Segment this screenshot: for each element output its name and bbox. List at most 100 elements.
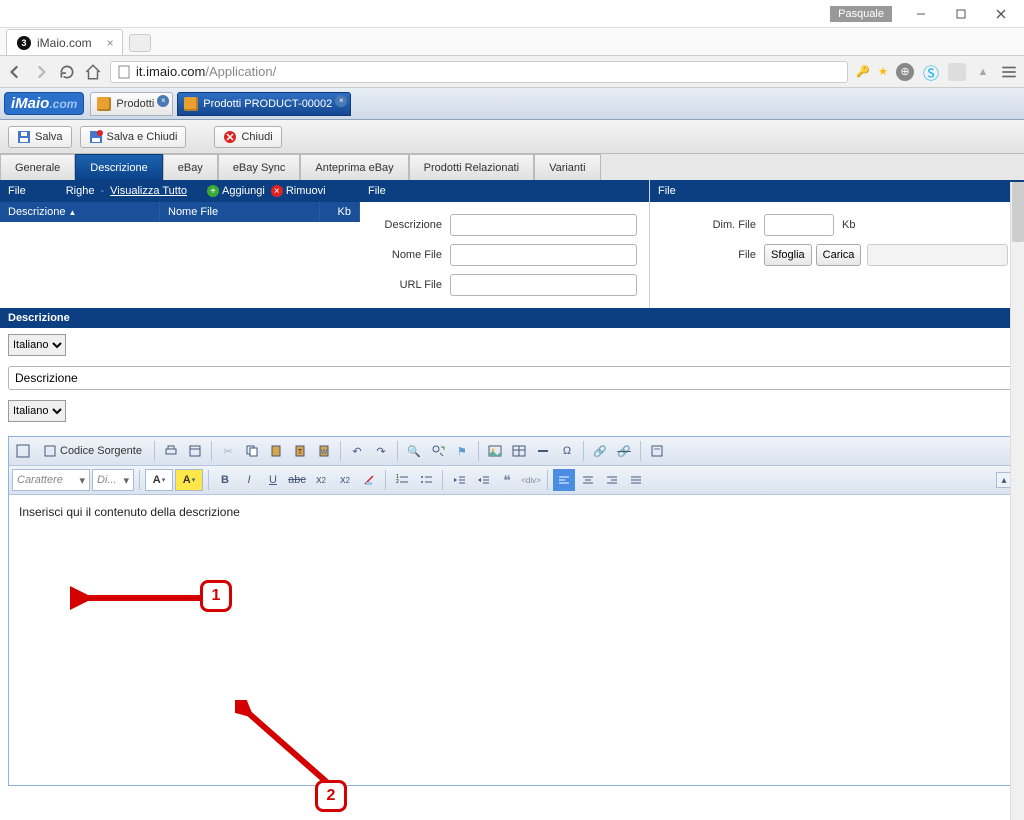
editor-paste-word-icon[interactable]: W (313, 440, 335, 462)
editor-size-select[interactable]: Di... (92, 469, 134, 491)
tab-varianti[interactable]: Varianti (534, 154, 600, 180)
descrizione-input[interactable] (450, 214, 637, 236)
editor-font-select[interactable]: Carattere (12, 469, 90, 491)
editor-print-icon[interactable] (160, 440, 182, 462)
editor-outdent-icon[interactable] (448, 469, 470, 491)
editor-indent-icon[interactable] (472, 469, 494, 491)
editor-bgcolor-button[interactable]: A▾ (175, 469, 203, 491)
descrizione-title-input[interactable] (8, 366, 1016, 390)
urlfile-input[interactable] (450, 274, 637, 296)
maximize-button[interactable] (942, 2, 980, 26)
forward-button[interactable] (32, 63, 50, 81)
sort-asc-icon: ▲ (68, 208, 76, 217)
carica-button[interactable]: Carica (816, 244, 862, 266)
editor-removeformat-icon[interactable] (358, 469, 380, 491)
editor-cut-icon[interactable]: ✂ (217, 440, 239, 462)
plus-icon: + (207, 185, 219, 197)
file-menu[interactable]: File (8, 185, 26, 197)
editor-find-icon[interactable]: 🔍 (403, 440, 425, 462)
editor-underline-icon[interactable]: U (262, 469, 284, 491)
address-bar[interactable]: it.imaio.com/Application/ (110, 61, 848, 83)
editor-paste-icon[interactable] (265, 440, 287, 462)
gdrive-icon[interactable]: ▲ (974, 63, 992, 81)
editor-source-button[interactable]: Codice Sorgente (36, 440, 149, 462)
editor-ul-icon[interactable] (415, 469, 437, 491)
editor-align-justify-icon[interactable] (625, 469, 647, 491)
editor-bold-icon[interactable]: B (214, 469, 236, 491)
reload-button[interactable] (58, 63, 76, 81)
file-menu-mid[interactable]: File (368, 185, 386, 197)
menu-button[interactable] (1000, 63, 1018, 81)
editor-redo-icon[interactable]: ↷ (370, 440, 392, 462)
visualizza-tutto-link[interactable]: Visualizza Tutto (110, 185, 187, 197)
editor-subscript-icon[interactable]: x2 (310, 469, 332, 491)
app-tab-close-icon[interactable]: × (335, 95, 347, 107)
skype-icon[interactable]: Ⓢ (922, 63, 940, 81)
tab-ebay[interactable]: eBay (163, 154, 218, 180)
vertical-scrollbar[interactable] (1010, 182, 1024, 820)
bookmark-star-icon[interactable]: ★ (878, 65, 888, 78)
new-tab-button[interactable] (129, 34, 151, 52)
svg-text:2: 2 (396, 479, 399, 485)
close-button[interactable]: Chiudi (214, 126, 281, 148)
editor-paste-text-icon[interactable]: T (289, 440, 311, 462)
scrollbar-handle[interactable] (1012, 182, 1024, 242)
save-close-button[interactable]: Salva e Chiudi (80, 126, 187, 148)
upload-progress (867, 244, 1008, 266)
editor-superscript-icon[interactable]: x2 (334, 469, 356, 491)
editor-ol-icon[interactable]: 12 (391, 469, 413, 491)
sfoglia-button[interactable]: Sfoglia (764, 244, 812, 266)
app-tab-close-icon[interactable]: × (157, 95, 169, 107)
editor-flag-icon[interactable]: ⚑ (451, 440, 473, 462)
editor-quote-icon[interactable]: ❝ (496, 469, 518, 491)
language-select-1[interactable]: Italiano (8, 334, 66, 356)
tab-generale[interactable]: Generale (0, 154, 75, 180)
col-descrizione[interactable]: Descrizione▲ (0, 202, 160, 222)
editor-fullscreen-icon[interactable] (12, 440, 34, 462)
editor-align-left-icon[interactable] (553, 469, 575, 491)
col-nomefile[interactable]: Nome File (160, 202, 320, 222)
file-menu-far[interactable]: File (658, 185, 676, 197)
editor-undo-icon[interactable]: ↶ (346, 440, 368, 462)
nomefile-input[interactable] (450, 244, 637, 266)
editor-table-icon[interactable] (508, 440, 530, 462)
back-button[interactable] (6, 63, 24, 81)
editor-special-char-icon[interactable]: Ω (556, 440, 578, 462)
editor-unlink-icon[interactable]: 🔗 (613, 440, 635, 462)
app-tab-label: Prodotti PRODUCT-00002 (203, 98, 332, 110)
editor-textcolor-button[interactable]: A▾ (145, 469, 173, 491)
app-tab-product-detail[interactable]: Prodotti PRODUCT-00002 × (177, 92, 351, 116)
tab-anteprima-ebay[interactable]: Anteprima eBay (300, 154, 408, 180)
rimuovi-button[interactable]: ×Rimuovi (271, 185, 326, 197)
editor-align-center-icon[interactable] (577, 469, 599, 491)
tab-close-icon[interactable]: × (107, 36, 114, 50)
extension-icon-2[interactable] (948, 63, 966, 81)
editor-italic-icon[interactable]: I (238, 469, 260, 491)
editor-copy-icon[interactable] (241, 440, 263, 462)
editor-replace-icon[interactable] (427, 440, 449, 462)
editor-hr-icon[interactable] (532, 440, 554, 462)
editor-image-icon[interactable] (484, 440, 506, 462)
extension-icon-1[interactable]: ⊕ (896, 63, 914, 81)
close-window-button[interactable] (982, 2, 1020, 26)
language-select-2[interactable]: Italiano (8, 400, 66, 422)
tab-ebay-sync[interactable]: eBay Sync (218, 154, 301, 180)
app-tab-prodotti[interactable]: Prodotti × (90, 92, 173, 116)
editor-align-right-icon[interactable] (601, 469, 623, 491)
home-button[interactable] (84, 63, 102, 81)
col-kb[interactable]: Kb (320, 202, 360, 222)
minimize-button[interactable] (902, 2, 940, 26)
editor-template-icon[interactable] (646, 440, 668, 462)
aggiungi-button[interactable]: +Aggiungi (207, 185, 265, 197)
save-button[interactable]: Salva (8, 126, 72, 148)
editor-content-area[interactable]: Inserisci qui il contenuto della descriz… (9, 495, 1015, 785)
editor-preview-icon[interactable] (184, 440, 206, 462)
editor-div-icon[interactable]: <div> (520, 469, 542, 491)
editor-link-icon[interactable]: 🔗 (589, 440, 611, 462)
tab-prodotti-relazionati[interactable]: Prodotti Relazionati (409, 154, 534, 180)
tab-descrizione[interactable]: Descrizione (75, 154, 162, 180)
browser-tab[interactable]: 3 iMaio.com × (6, 29, 123, 55)
dimfile-input[interactable] (764, 214, 834, 236)
svg-text:W: W (321, 449, 328, 456)
editor-strike-icon[interactable]: abc (286, 469, 308, 491)
